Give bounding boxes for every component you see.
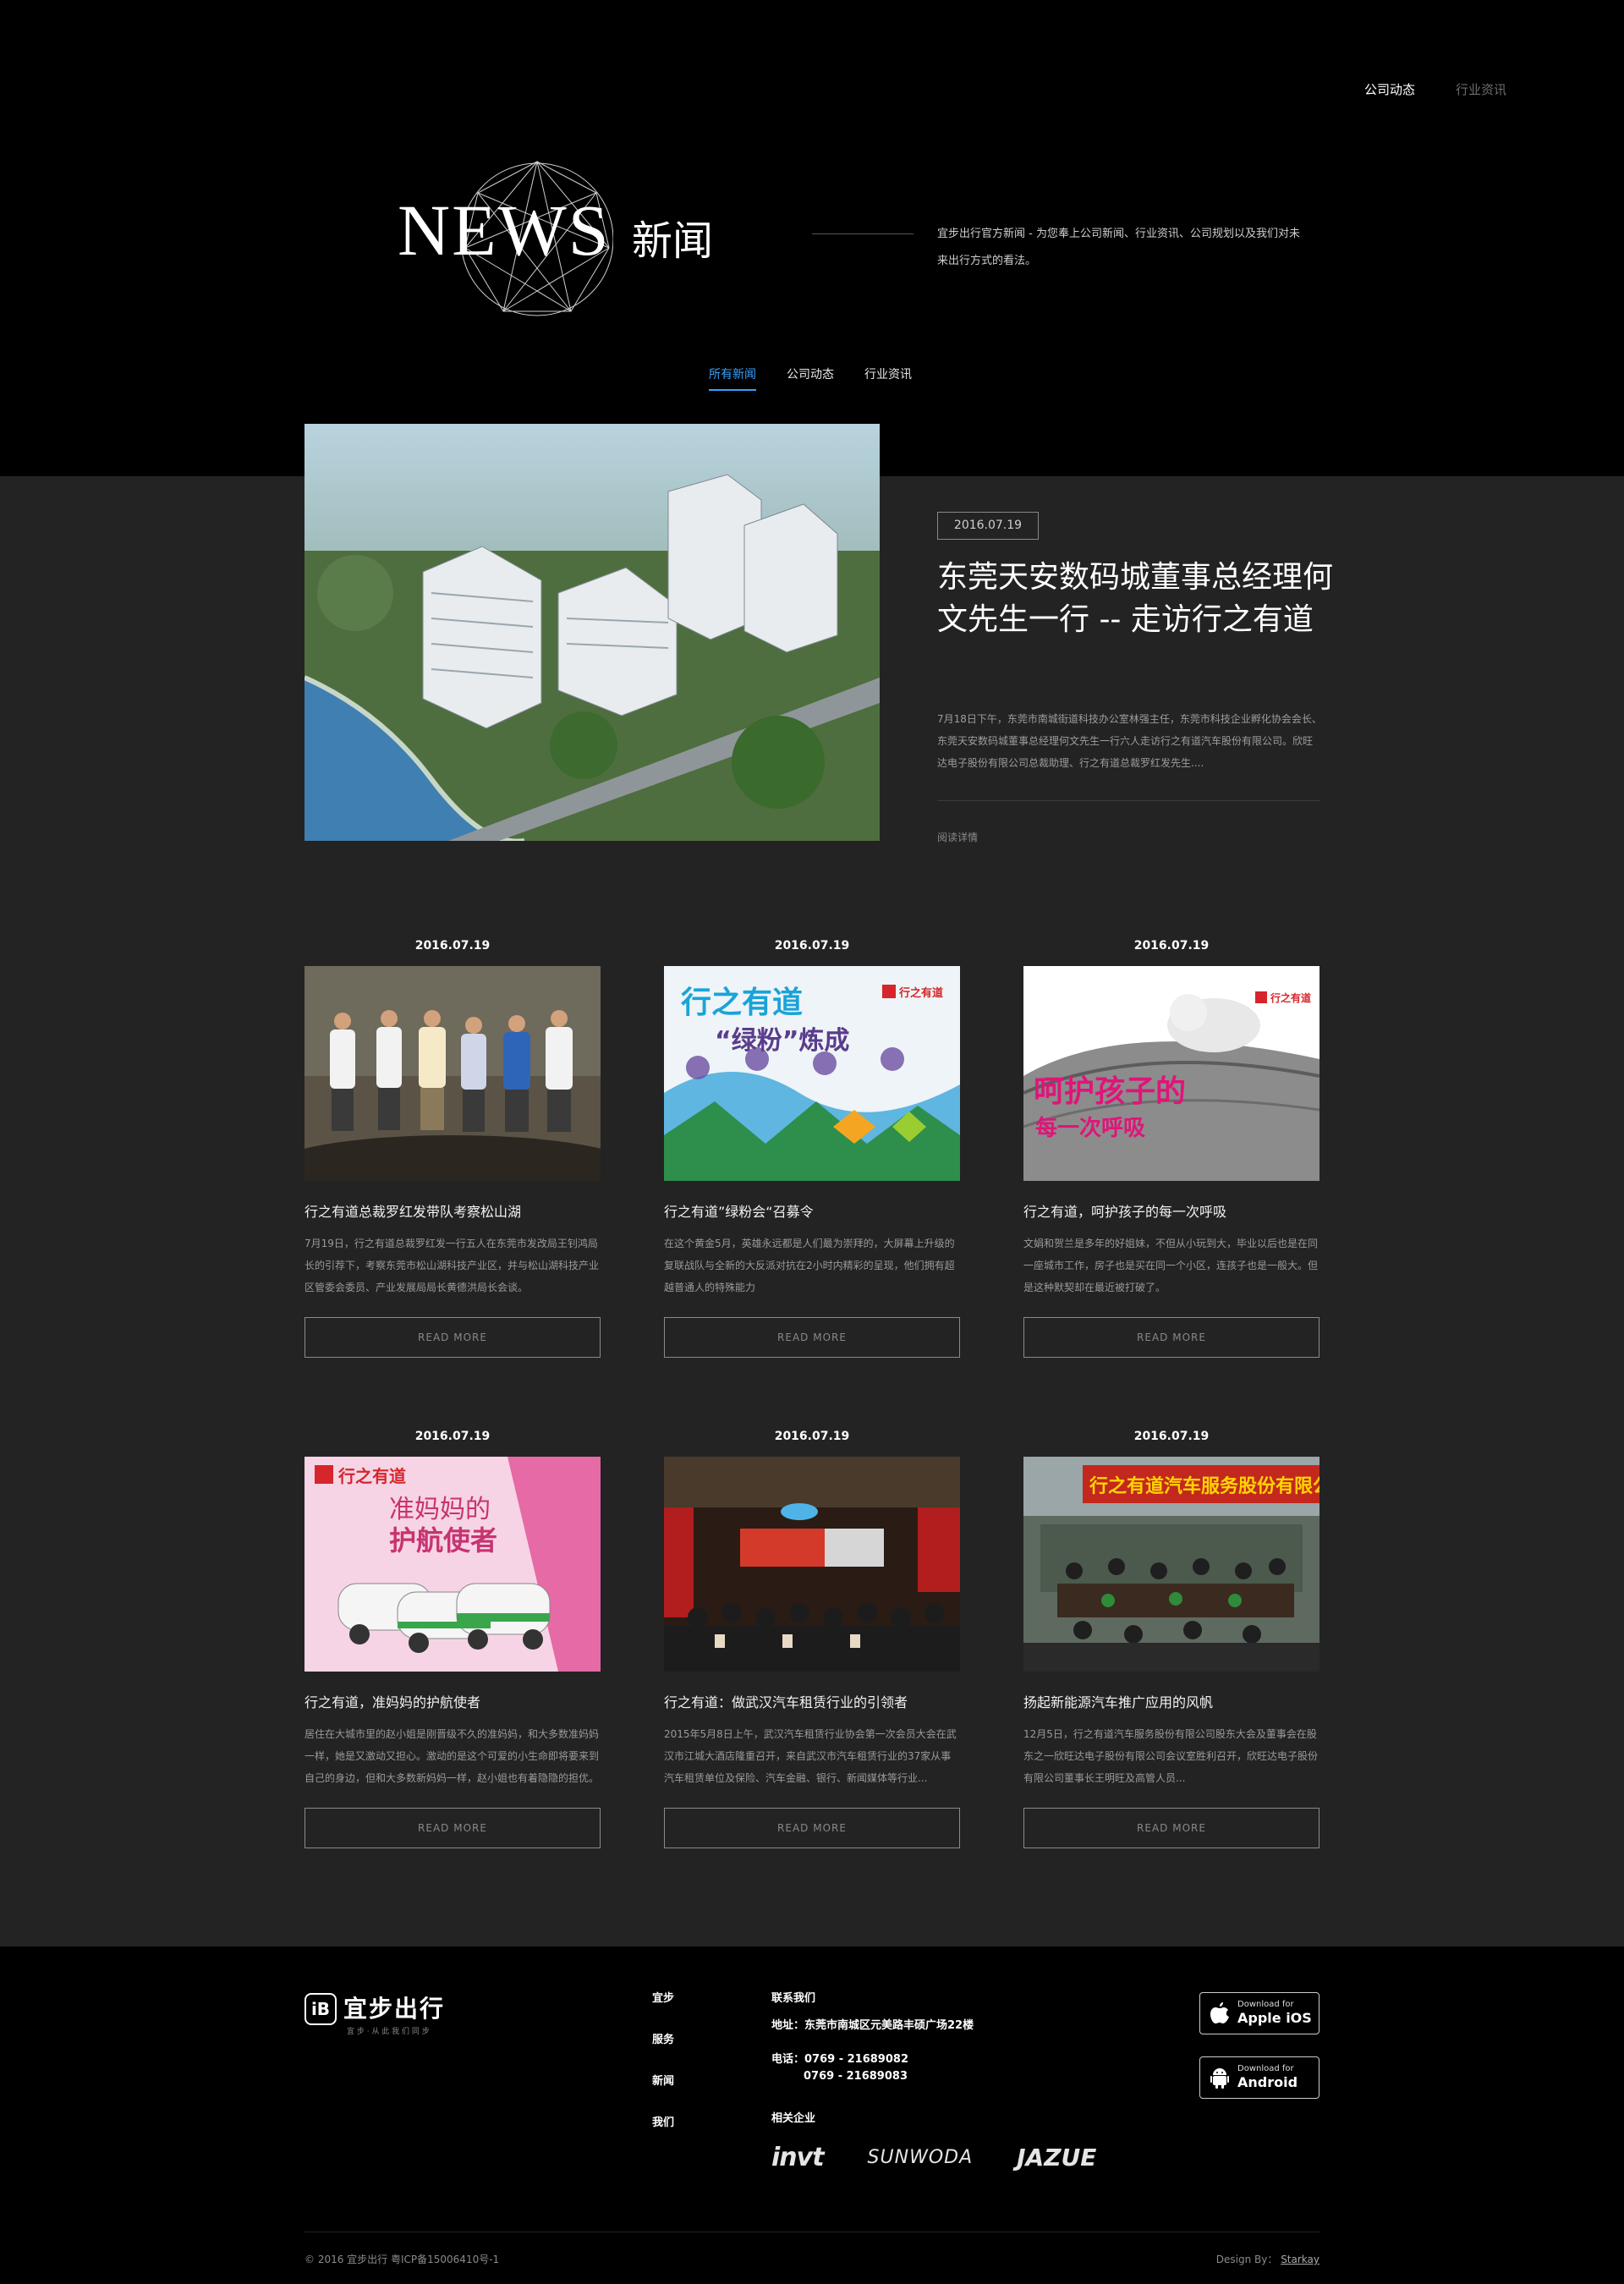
card-title[interactable]: 行之有道”绿粉会“召募令 — [664, 1200, 960, 1221]
featured-read-more-link[interactable]: 阅读详情 — [937, 830, 978, 844]
card-excerpt: 在这个黄金5月，英雄永远都是人们最为崇拜的，大屏幕上升级的复联战队与全新的大反派… — [664, 1238, 955, 1293]
tab-all-news[interactable]: 所有新闻 — [709, 365, 756, 391]
download-android-button[interactable]: Download for Android — [1199, 2056, 1320, 2099]
card-date: 2016.07.19 — [1133, 1430, 1210, 1443]
android-button-label: Android — [1237, 2074, 1298, 2090]
card-image[interactable]: 行之有道 呵护孩子的 每一次呼吸 — [1023, 966, 1320, 1181]
news-card: 2016.07.19 行之有道：做武汉汽车租赁行业的引领者 2015年5月8日上… — [664, 1430, 960, 1848]
card-excerpt: 7月19日，行之有道总裁罗红发一行五人在东莞市发改局王钊鸿局长的引荐下，考察东莞… — [304, 1238, 600, 1293]
news-card: 2016.07.19 行之有道汽车服务股份有限公 扬起新能源汽车推广应用的风帆 … — [1023, 1430, 1320, 1848]
partner-logo-sunwoda[interactable]: SUNWODA — [868, 2147, 974, 2168]
top-nav: 公司动态 行业资讯 — [1364, 80, 1506, 98]
android-icon — [1210, 2068, 1229, 2089]
design-credit-link[interactable]: Starkay — [1281, 2254, 1320, 2265]
card-date: 2016.07.19 — [1133, 939, 1210, 953]
news-hero: 公司动态 行业资讯 NEWS 新闻 宜步出行官方新闻 - 为您奉上公司新闻、行业… — [0, 0, 1624, 476]
svg-text:行之有道: 行之有道 — [1270, 991, 1311, 1004]
svg-text:“绿粉”炼成: “绿粉”炼成 — [715, 1026, 849, 1056]
card-date: 2016.07.19 — [414, 939, 491, 953]
read-more-button[interactable]: READ MORE — [1023, 1808, 1320, 1848]
card-title[interactable]: 行之有道总裁罗红发带队考察松山湖 — [304, 1200, 601, 1221]
featured-image[interactable] — [304, 424, 880, 841]
contact-address: 地址：东莞市南城区元美路丰硕广场22楼 — [771, 2019, 974, 2032]
svg-text:呵护孩子的: 呵护孩子的 — [1034, 1074, 1186, 1109]
read-more-button[interactable]: READ MORE — [664, 1317, 960, 1358]
card-image[interactable]: 行之有道汽车服务股份有限公 — [1023, 1457, 1320, 1672]
related-companies-title: 相关企业 — [771, 2112, 816, 2125]
download-ios-button[interactable]: Download for Apple iOS — [1199, 1992, 1320, 2034]
footer-nav: 宜步 服务 新闻 我们 — [652, 1989, 674, 2155]
featured-excerpt: 7月18日下午，东莞市南城街道科技办公室林强主任，东莞市科技企业孵化协会会长、东… — [937, 713, 1322, 769]
read-more-button[interactable]: READ MORE — [304, 1808, 601, 1848]
svg-text:准妈妈的: 准妈妈的 — [389, 1495, 491, 1524]
tab-industry-news[interactable]: 行业资讯 — [864, 365, 912, 391]
news-logo-word: NEWS — [398, 189, 611, 271]
contact-phone-1: 电话：0769 - 21689082 — [771, 2053, 908, 2066]
hero-divider — [812, 233, 914, 234]
footer-nav-about[interactable]: 我们 — [652, 2113, 674, 2155]
top-nav-company-news[interactable]: 公司动态 — [1364, 80, 1415, 98]
card-date: 2016.07.19 — [414, 1430, 491, 1443]
footer-nav-services[interactable]: 服务 — [652, 2030, 674, 2072]
news-card: 2016.07.19 行之有道 准妈妈的 护航使者 行之有道，准妈妈的护航使者 … — [304, 1430, 601, 1848]
hero-description: 宜步出行官方新闻 - 为您奉上公司新闻、行业资讯、公司规划以及我们对未来出行方式… — [937, 228, 1300, 267]
featured-date: 2016.07.19 — [937, 512, 1039, 540]
svg-text:行之有道汽车服务股份有限公: 行之有道汽车服务股份有限公 — [1089, 1475, 1320, 1497]
card-image[interactable]: 行之有道 准妈妈的 护航使者 — [304, 1457, 601, 1672]
svg-text:每一次呼吸: 每一次呼吸 — [1035, 1115, 1145, 1141]
tab-company-news[interactable]: 公司动态 — [787, 365, 834, 391]
card-image[interactable] — [664, 1457, 960, 1672]
ios-button-caption: Download for — [1237, 2000, 1294, 2009]
featured-title[interactable]: 东莞天安数码城董事总经理何文先生一行 -- 走访行之有道 — [937, 557, 1335, 641]
featured-divider — [937, 800, 1320, 801]
card-date: 2016.07.19 — [774, 939, 850, 953]
partner-logos: invt SUNWODA JAZUE — [771, 2143, 1096, 2172]
design-credit-label: Design By： — [1215, 2254, 1278, 2265]
contact-title: 联系我们 — [771, 1992, 816, 2005]
card-title[interactable]: 行之有道，呵护孩子的每一次呼吸 — [1023, 1200, 1320, 1221]
svg-text:行之有道: 行之有道 — [681, 986, 803, 1020]
card-excerpt: 居住在大城市里的赵小姐是刚晋级不久的准妈妈，和大多数准妈妈一样，她是又激动又担心… — [304, 1728, 600, 1784]
footer-logo-tagline: 宜 步 · 从 此 我 们 同 步 — [347, 2028, 430, 2036]
apple-icon — [1210, 2002, 1229, 2023]
partner-logo-jazue[interactable]: JAZUE — [1017, 2144, 1096, 2171]
card-title[interactable]: 扬起新能源汽车推广应用的风帆 — [1023, 1691, 1320, 1711]
card-excerpt: 12月5日，行之有道汽车服务股份有限公司股东大会及董事会在股东之一欣旺达电子股份… — [1023, 1728, 1319, 1784]
copyright-text: © 2016 宜步出行 粤ICP备15006410号-1 — [304, 2254, 500, 2265]
card-title[interactable]: 行之有道：做武汉汽车租赁行业的引领者 — [664, 1691, 960, 1711]
top-nav-industry-news[interactable]: 行业资讯 — [1456, 80, 1506, 98]
read-more-button[interactable]: READ MORE — [664, 1808, 960, 1848]
footer-nav-news[interactable]: 新闻 — [652, 2072, 674, 2113]
news-card: 2016.07.19 行之有道 呵护孩子的 每一次呼吸 行之有道，呵护孩子的每一… — [1023, 939, 1320, 1358]
brand-mark-icon: iB — [304, 1993, 337, 2025]
card-excerpt: 2015年5月8日上午，武汉汽车租赁行业协会第一次会员大会在武汉市江城大酒店隆重… — [664, 1728, 957, 1784]
android-button-caption: Download for — [1237, 2064, 1294, 2073]
footer-logo[interactable]: iB 宜步出行 宜 步 · 从 此 我 们 同 步 — [304, 1993, 446, 2036]
news-tabs: 所有新闻 公司动态 行业资讯 — [709, 365, 912, 391]
news-card: 2016.07.19 行之有道 “绿粉”炼成 行之有道 行之有道”绿粉会“召募令… — [664, 939, 960, 1358]
card-excerpt: 文娟和贺兰是多年的好姐妹，不但从小玩到大，毕业以后也是在同一座城市工作，房子也是… — [1023, 1238, 1319, 1293]
card-image[interactable] — [304, 966, 601, 1181]
partner-logo-invt[interactable]: invt — [771, 2143, 825, 2172]
news-logo: NEWS 新闻 — [398, 155, 727, 324]
card-title[interactable]: 行之有道，准妈妈的护航使者 — [304, 1691, 601, 1711]
footer-nav-yibu[interactable]: 宜步 — [652, 1989, 674, 2030]
site-footer: iB 宜步出行 宜 步 · 从 此 我 们 同 步 宜步 服务 新闻 我们 联系… — [0, 1946, 1624, 2284]
read-more-button[interactable]: READ MORE — [1023, 1317, 1320, 1358]
card-image[interactable]: 行之有道 “绿粉”炼成 行之有道 — [664, 966, 960, 1181]
footer-contact: 联系我们 地址：东莞市南城区元美路丰硕广场22楼 电话：0769 - 21689… — [771, 1989, 974, 2134]
ios-button-label: Apple iOS — [1237, 2010, 1312, 2026]
svg-text:行之有道: 行之有道 — [898, 986, 943, 1000]
svg-text:行之有道: 行之有道 — [337, 1466, 406, 1486]
news-logo-cn: 新闻 — [632, 217, 714, 265]
svg-text:护航使者: 护航使者 — [389, 1524, 497, 1557]
read-more-button[interactable]: READ MORE — [304, 1317, 601, 1358]
design-credit: Design By： Starkay — [1216, 2252, 1320, 2266]
news-card: 2016.07.19 行之有道总裁罗红发带队考察松山湖 7月19日，行之有道总裁… — [304, 939, 601, 1358]
footer-logo-text: 宜步出行 — [343, 1995, 446, 2023]
card-date: 2016.07.19 — [774, 1430, 850, 1443]
contact-phone-2: 0769 - 21689083 — [804, 2070, 908, 2083]
